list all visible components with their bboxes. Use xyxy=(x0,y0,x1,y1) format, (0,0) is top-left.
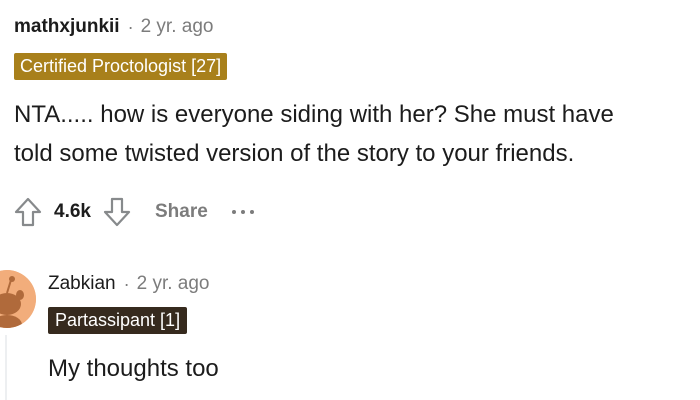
user-flair: Certified Proctologist [27] xyxy=(14,53,228,80)
meta-separator: · xyxy=(127,16,134,37)
snoo-avatar-icon xyxy=(0,270,36,328)
arrow-up-icon xyxy=(14,197,42,227)
reply-meta: Zabkian · 2 yr. ago xyxy=(48,271,210,297)
upvote-button[interactable] xyxy=(8,192,48,232)
comment-author[interactable]: mathxjunkii xyxy=(14,16,120,38)
reply-body: My thoughts too xyxy=(48,355,219,382)
ellipsis-icon xyxy=(240,210,245,214)
reply-timestamp[interactable]: 2 yr. ago xyxy=(137,273,210,295)
thread-line[interactable] xyxy=(5,335,7,400)
share-button[interactable]: Share xyxy=(155,192,208,232)
comment-actions: 4.6k Share xyxy=(8,192,259,232)
comment-body: NTA..... how is everyone siding with her… xyxy=(14,95,694,173)
ellipsis-icon xyxy=(249,210,254,214)
downvote-button[interactable] xyxy=(97,192,137,232)
comment-body-line: NTA..... how is everyone siding with her… xyxy=(14,101,614,128)
comment-body-line: told some twisted version of the story t… xyxy=(14,140,575,167)
more-options-button[interactable] xyxy=(231,192,259,232)
reply-avatar[interactable] xyxy=(0,270,36,328)
comment-meta: mathxjunkii · 2 yr. ago xyxy=(14,14,213,40)
reply-author[interactable]: Zabkian xyxy=(48,273,116,295)
comment-timestamp[interactable]: 2 yr. ago xyxy=(141,16,214,38)
arrow-down-icon xyxy=(103,197,131,227)
vote-score: 4.6k xyxy=(54,201,91,222)
meta-separator: · xyxy=(123,273,130,294)
reply-user-flair: Partassipant [1] xyxy=(48,307,188,334)
ellipsis-icon xyxy=(231,210,236,214)
